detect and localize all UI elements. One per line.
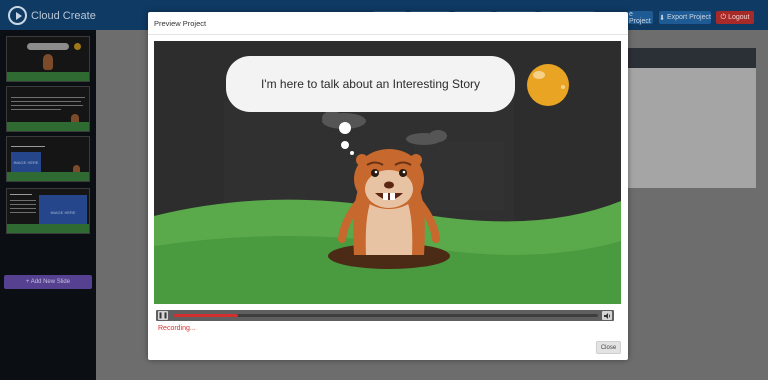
download-icon: ⬇ — [659, 14, 665, 22]
power-icon: ⏻ — [720, 13, 727, 21]
playback-bar: ❚❚ — [156, 310, 614, 321]
logout-button[interactable]: ⏻ Logout — [716, 11, 754, 24]
preview-modal: Preview Project I'm here to talk about a… — [148, 12, 628, 360]
app-name: Cloud Create — [31, 9, 96, 22]
slide-sidebar: IMAGE HERE IMAGE HERE + Add New Slide — [0, 30, 96, 380]
text-line — [11, 105, 83, 106]
text-line — [10, 204, 36, 205]
slide-thumbnail[interactable] — [6, 86, 90, 132]
grass-thumb — [7, 122, 89, 131]
text-line — [10, 212, 36, 213]
volume-button[interactable] — [602, 311, 612, 320]
text-line — [10, 200, 36, 201]
title-line — [11, 146, 45, 147]
logout-label: Logout — [728, 14, 750, 21]
pause-icon: ❚❚ — [157, 313, 169, 319]
preview-stage: I'm here to talk about an Interesting St… — [154, 41, 621, 304]
progress-track[interactable] — [174, 314, 598, 317]
grass-thumb — [7, 224, 89, 233]
modal-divider — [148, 34, 628, 35]
add-slide-button[interactable]: + Add New Slide — [4, 275, 92, 289]
thought-dot — [350, 151, 354, 155]
add-slide-label: + Add New Slide — [25, 279, 71, 285]
modal-title: Preview Project — [154, 19, 207, 28]
preview-project-button[interactable]: e Project — [628, 10, 653, 25]
slide-thumbnail[interactable]: IMAGE HERE — [6, 188, 90, 234]
close-label: Close — [600, 344, 617, 351]
text-line — [11, 101, 81, 102]
recording-status: Recording... — [158, 325, 196, 332]
properties-panel-header — [626, 48, 756, 68]
image-placeholder: IMAGE HERE — [11, 152, 41, 173]
progress-fill — [174, 314, 238, 317]
thought-dot — [339, 122, 351, 134]
export-project-label: Export Project — [666, 14, 711, 21]
speech-bubble-thumb — [27, 43, 69, 50]
grass-thumb — [7, 72, 89, 81]
export-project-button[interactable]: ⬇ Export Project — [659, 11, 711, 24]
text-line — [10, 208, 36, 209]
moon-thumb — [74, 43, 81, 50]
text-line — [11, 97, 85, 98]
grass-thumb — [7, 172, 89, 181]
app-logo[interactable]: Cloud Create — [8, 6, 96, 25]
close-button[interactable]: Close — [596, 341, 621, 354]
title-line — [10, 194, 32, 195]
text-line — [11, 109, 61, 110]
thought-dot — [341, 141, 349, 149]
preview-project-label: e Project — [629, 10, 651, 25]
volume-icon — [603, 312, 610, 319]
properties-panel — [626, 68, 756, 188]
groundhog-thumb — [43, 54, 53, 70]
slide-thumbnail[interactable]: IMAGE HERE — [6, 136, 90, 182]
slide-thumbnail[interactable] — [6, 36, 90, 82]
speech-text: I'm here to talk about an Interesting St… — [260, 77, 481, 91]
pause-button[interactable]: ❚❚ — [158, 311, 168, 320]
moon — [527, 64, 569, 106]
speech-bubble: I'm here to talk about an Interesting St… — [226, 56, 515, 112]
play-circle-icon — [8, 6, 27, 25]
